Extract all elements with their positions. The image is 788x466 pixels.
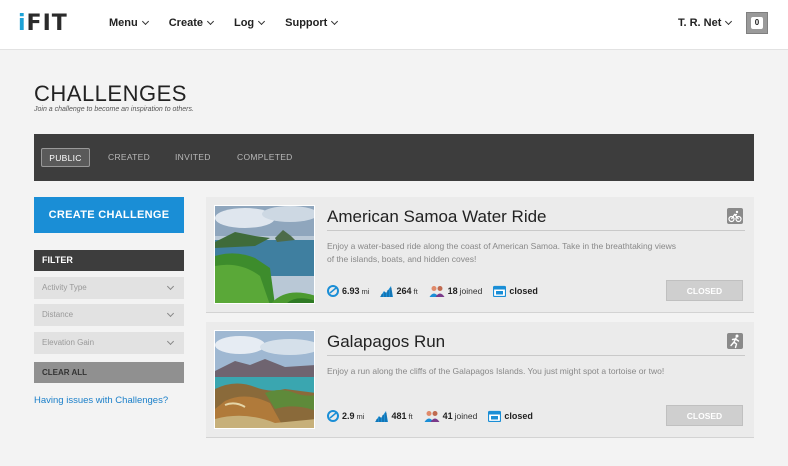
elevation-icon [375,411,389,422]
tab-created[interactable]: CREATED [108,148,150,167]
joined-count: 18 [447,286,458,296]
logo-i: i [18,11,27,36]
challenge-description: Enjoy a water-based ride along the coast… [327,241,677,264]
chevron-down-icon [141,17,149,26]
joined-count: 41 [442,411,453,421]
challenge-title[interactable]: American Samoa Water Ride [327,207,547,227]
chevron-down-icon [206,17,215,26]
chevron-down-icon [258,17,266,26]
bike-icon [727,208,743,224]
challenge-photo-galapagos[interactable] [214,330,315,429]
status-stat: closed [488,410,533,422]
nav-menu-label: Menu [109,17,138,29]
nav-support[interactable]: Support [285,17,339,29]
distance-value: 6.93 [342,286,360,296]
elevation-gain-label: Elevation Gain [42,338,95,347]
notifications-button[interactable]: 0 [746,12,768,34]
joined-stat: 18 joined [429,285,483,297]
notification-count: 0 [751,17,763,29]
people-icon [424,411,440,422]
status-value: closed [509,286,538,296]
challenge-photo-samoa[interactable] [214,205,315,304]
chevron-down-icon [331,17,339,26]
main-menu: Menu Create Log Support [109,17,339,29]
user-menu[interactable]: T. R. Net [678,17,733,29]
chevron-down-icon [166,282,175,291]
challenge-title[interactable]: Galapagos Run [327,332,445,352]
chevron-down-icon [166,337,175,346]
help-link[interactable]: Having issues with Challenges? [34,395,168,406]
distance-stat: 2.9 mi [327,410,364,422]
distance-value: 2.9 [342,411,355,421]
elevation-value: 264 [396,286,412,296]
distance-unit: mi [361,286,370,296]
distance-unit: mi [356,411,365,421]
tab-public[interactable]: PUBLIC [41,148,90,167]
closed-button[interactable]: CLOSED [666,280,743,301]
title-divider [327,355,745,356]
distance-label: Distance [42,310,74,319]
calendar-icon [488,410,502,422]
distance-select[interactable]: Distance [34,304,184,326]
title-divider [327,230,745,231]
nav-support-label: Support [285,17,328,29]
distance-stat: 6.93 mi [327,285,369,297]
status-value: closed [504,411,533,421]
status-stat: closed [493,285,538,297]
joined-stat: 41 joined [424,410,478,422]
clear-all-button[interactable]: CLEAR ALL [34,362,184,383]
elevation-stat: 264 ft [380,285,418,297]
challenge-description: Enjoy a run along the cliffs of the Gala… [327,366,665,376]
chevron-down-icon [725,17,733,26]
distance-icon [327,410,339,422]
elevation-icon [380,286,394,297]
elevation-gain-select[interactable]: Elevation Gain [34,332,184,354]
elevation-unit: ft [408,411,413,421]
joined-label: joined [459,286,483,296]
challenge-stats: 2.9 mi 481 ft 41 joined closed [327,410,544,422]
challenge-card: Galapagos Run Enjoy a run along the clif… [206,322,754,438]
challenge-tabs: PUBLIC CREATED INVITED COMPLETED [34,134,754,181]
elevation-value: 481 [391,411,407,421]
activity-type-select[interactable]: Activity Type [34,277,184,299]
tab-invited[interactable]: INVITED [175,148,211,167]
page-title: CHALLENGES [34,81,187,106]
nav-create-label: Create [168,17,203,29]
activity-type-label: Activity Type [42,283,87,292]
tab-completed[interactable]: COMPLETED [237,148,293,167]
create-challenge-button[interactable]: CREATE CHALLENGE [34,197,184,233]
top-navigation: i FIT Menu Create Log Support T. R. Net 0 [0,0,788,50]
nav-menu[interactable]: Menu [109,17,149,29]
logo-rest: FIT [26,11,68,36]
nav-log[interactable]: Log [233,17,266,29]
user-name: T. R. Net [678,17,722,29]
calendar-icon [493,285,507,297]
challenge-stats: 6.93 mi 264 ft 18 joined closed [327,285,549,297]
joined-label: joined [454,411,478,421]
nav-create[interactable]: Create [168,17,215,29]
chevron-down-icon [166,309,175,318]
people-icon [429,286,445,297]
page-subtitle: Join a challenge to become an inspiratio… [34,106,194,113]
run-icon [727,333,743,349]
challenge-card: American Samoa Water Ride Enjoy a water-… [206,197,754,313]
distance-icon [327,285,339,297]
filter-heading: FILTER [34,250,184,271]
ifit-logo[interactable]: i FIT [18,11,68,36]
elevation-unit: ft [413,286,418,296]
closed-button[interactable]: CLOSED [666,405,743,426]
elevation-stat: 481 ft [375,410,413,422]
nav-log-label: Log [233,17,255,29]
